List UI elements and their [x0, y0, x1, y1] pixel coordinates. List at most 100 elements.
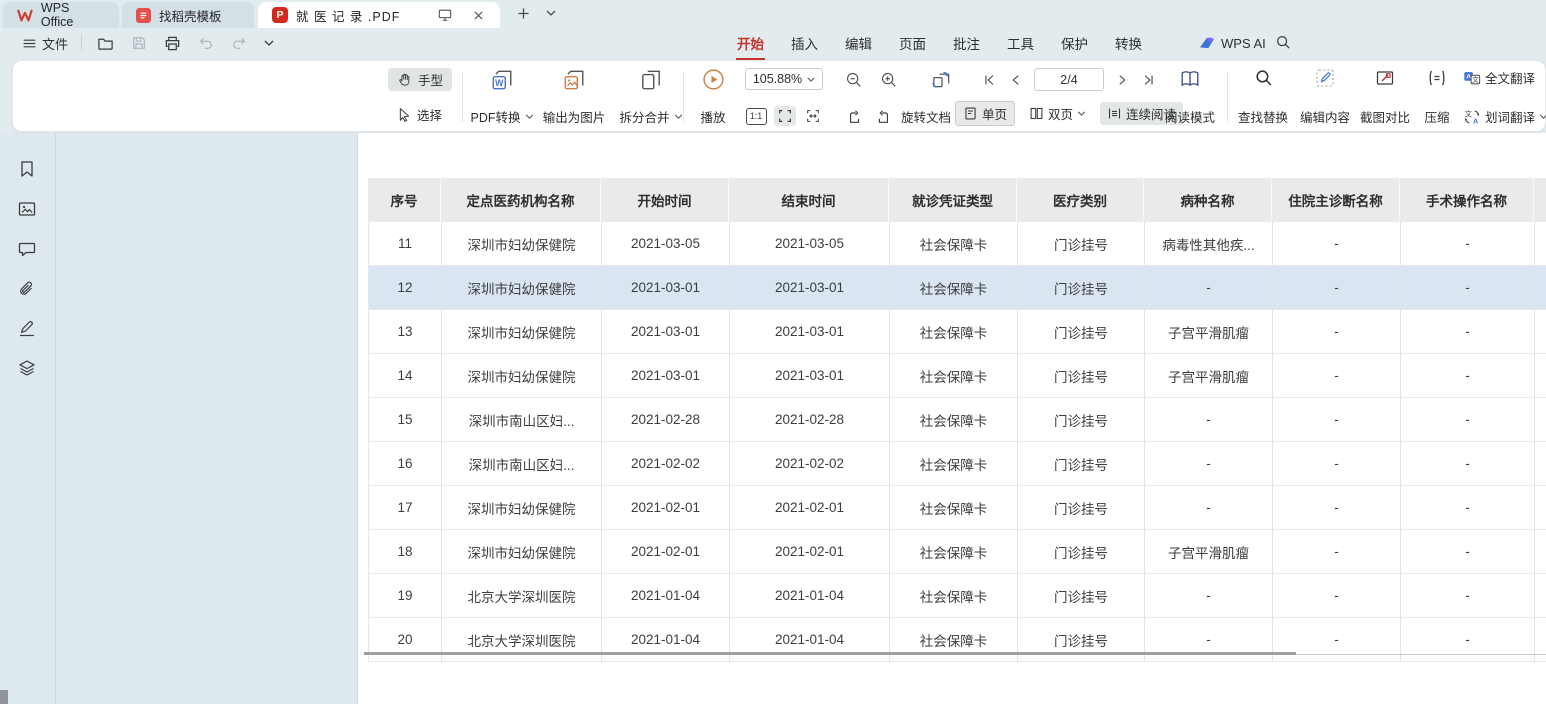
cell-end-date: 2021-01-04 — [730, 574, 890, 617]
save-icon[interactable] — [129, 34, 149, 52]
open-folder-icon[interactable] — [95, 34, 116, 53]
screenshot-compare-button[interactable]: 截图对比 — [1355, 68, 1415, 126]
cell-seq: 11 — [369, 222, 442, 265]
cell-disease-name: 子宫平滑肌瘤 — [1145, 354, 1273, 397]
menu-edit[interactable]: 编辑 — [845, 33, 872, 53]
word-translate-icon — [1463, 108, 1481, 126]
signature-pen-icon[interactable] — [17, 319, 37, 344]
compress-button[interactable]: 压缩 — [1417, 68, 1457, 126]
cell-operation: - — [1401, 486, 1535, 529]
zoom-out-icon[interactable] — [843, 70, 864, 89]
table-row: 14 深圳市妇幼保健院 2021-03-01 2021-03-01 社会保障卡 … — [369, 354, 1546, 398]
bookmark-icon[interactable] — [17, 159, 37, 184]
page-indicator-input[interactable]: 2/4 — [1034, 68, 1104, 91]
zoom-in-icon[interactable] — [878, 70, 899, 89]
first-page-icon[interactable] — [980, 72, 998, 88]
pdf-page[interactable]: 序号 定点医药机构名称 开始时间 结束时间 就诊凭证类型 医疗类别 病种名称 住… — [357, 133, 1546, 704]
divider — [1227, 72, 1228, 122]
select-tool-button[interactable]: 选择 — [388, 103, 451, 126]
find-replace-button[interactable]: 查找替换 — [1233, 68, 1293, 126]
full-text-translate-button[interactable]: 全文翻译 — [1463, 68, 1535, 87]
previous-page-icon[interactable] — [1007, 72, 1025, 88]
eye-protect-monitor-icon[interactable] — [434, 4, 456, 26]
menu-insert[interactable]: 插入 — [791, 33, 818, 53]
cell-operation: - — [1401, 266, 1535, 309]
menu-search-icon[interactable] — [1275, 34, 1291, 55]
new-tab-plus-icon[interactable] — [512, 2, 534, 24]
fit-page-button[interactable] — [774, 106, 796, 126]
actual-size-button[interactable]: 1:1 — [746, 108, 767, 125]
redo-icon[interactable] — [229, 34, 249, 52]
rotate-left-icon[interactable] — [845, 108, 865, 126]
comment-bubble-icon[interactable] — [17, 239, 37, 264]
page-navigation-group: 2/4 单页 双页 连续阅读 — [955, 68, 1183, 126]
thumbnail-image-icon[interactable] — [17, 199, 37, 224]
tab-docer-templates[interactable]: 找稻壳模板 — [122, 2, 254, 28]
close-tab-icon[interactable] — [470, 4, 486, 26]
zoom-level-dropdown[interactable]: 105.88% — [745, 68, 823, 90]
quickbar-chevron-icon[interactable] — [262, 39, 276, 47]
layers-icon[interactable] — [17, 358, 37, 383]
menu-page[interactable]: 页面 — [899, 33, 926, 53]
word-translate-button[interactable]: 划词翻译 — [1463, 107, 1546, 126]
rotate-right-icon[interactable] — [873, 108, 893, 126]
menu-convert[interactable]: 转换 — [1115, 33, 1142, 53]
next-page-icon[interactable] — [1113, 72, 1131, 88]
last-page-icon[interactable] — [1140, 72, 1158, 88]
cell-medical-category: 门诊挂号 — [1018, 266, 1145, 309]
table-row: 13 深圳市妇幼保健院 2021-03-01 2021-03-01 社会保障卡 … — [369, 310, 1546, 354]
menu-comment[interactable]: 批注 — [953, 33, 980, 53]
print-icon[interactable] — [162, 34, 183, 53]
wps-ai-button[interactable]: WPS AI — [1199, 28, 1266, 58]
header-cell: 结束时间 — [729, 178, 889, 222]
cell-disease-name: 病毒性其他疾... — [1145, 222, 1273, 265]
continuous-icon — [1107, 106, 1122, 121]
window-tab-bar: WPS Office 找稻壳模板 P 就 医 记 录 .PDF — [0, 0, 1546, 28]
screenshot-compare-icon — [1375, 68, 1395, 88]
cell-disease-name: - — [1145, 574, 1273, 617]
compress-icon — [1427, 68, 1447, 88]
cell-medical-category: 门诊挂号 — [1018, 310, 1145, 353]
cell-sliver — [1535, 354, 1546, 397]
menu-home[interactable]: 开始 — [737, 33, 764, 53]
split-merge-button[interactable]: 拆分合并 — [611, 68, 691, 126]
rotate-document-icon[interactable] — [929, 68, 954, 91]
fit-width-button[interactable] — [803, 107, 823, 125]
hand-tool-button[interactable]: 手型 — [388, 68, 452, 91]
edit-content-button[interactable]: 编辑内容 — [1295, 68, 1355, 126]
rotate-document-label[interactable]: 旋转文档 — [901, 107, 951, 126]
cell-seq: 16 — [369, 442, 442, 485]
tab-pdf-document[interactable]: P 就 医 记 录 .PDF — [258, 2, 500, 28]
table-row: 17 深圳市妇幼保健院 2021-02-01 2021-02-01 社会保障卡 … — [369, 486, 1546, 530]
wps-logo-icon — [17, 9, 33, 22]
attachment-clip-icon[interactable] — [17, 279, 37, 304]
export-as-image-button[interactable]: 输出为图片 — [528, 68, 620, 126]
table-bottom-rule — [364, 652, 1296, 655]
cell-diagnosis: - — [1273, 354, 1401, 397]
cell-end-date: 2021-02-02 — [730, 442, 890, 485]
hamburger-icon — [22, 36, 37, 51]
undo-icon[interactable] — [196, 34, 216, 52]
cell-seq: 17 — [369, 486, 442, 529]
full-translate-icon — [1463, 69, 1481, 87]
double-page-button[interactable]: 双页 — [1024, 102, 1091, 125]
menu-tools[interactable]: 工具 — [1007, 33, 1034, 53]
cell-operation: - — [1401, 574, 1535, 617]
cell-sliver — [1535, 266, 1546, 309]
tab-wps-office[interactable]: WPS Office — [3, 2, 119, 28]
cell-start-date: 2021-02-01 — [602, 530, 730, 573]
read-mode-button[interactable]: 阅读模式 — [1159, 68, 1221, 126]
toolbar: 手型 选择 PDF转换 输出为图片 拆分合并 播放 105.88% 1:1 — [12, 60, 1546, 132]
menu-protect[interactable]: 保护 — [1061, 33, 1088, 53]
cell-start-date: 2021-03-01 — [602, 310, 730, 353]
cell-institution: 深圳市妇幼保健院 — [442, 310, 602, 353]
cell-seq: 15 — [369, 398, 442, 441]
pdf-badge-icon: P — [272, 7, 288, 23]
file-menu-button[interactable]: 文件 — [22, 34, 68, 53]
docer-icon — [136, 8, 151, 23]
single-page-button[interactable]: 单页 — [955, 101, 1015, 126]
cell-seq: 14 — [369, 354, 442, 397]
play-button[interactable]: 播放 — [689, 68, 737, 126]
tab-list-chevron-icon[interactable] — [540, 2, 562, 24]
header-cell: 医疗类别 — [1017, 178, 1144, 222]
